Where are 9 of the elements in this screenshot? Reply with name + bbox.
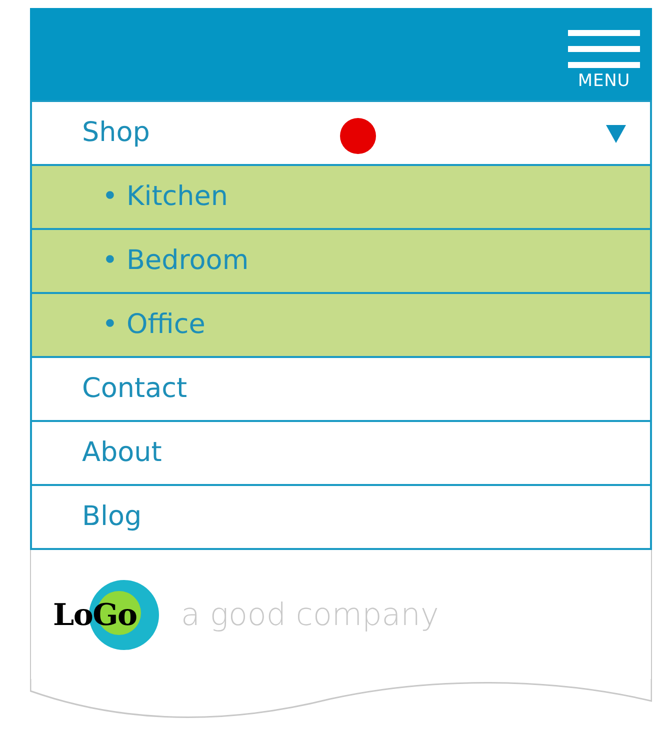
submenu-item[interactable]: • Kitchen [30,164,652,230]
submenu-item[interactable]: • Bedroom [30,228,652,294]
nav-item[interactable]: Shop [30,100,652,166]
menu-button[interactable]: MENU [568,30,640,90]
menu-icon [568,30,640,68]
submenu-item[interactable]: • Office [30,292,652,358]
nav-item[interactable]: About [30,420,652,486]
nav-item[interactable]: Contact [30,356,652,422]
nav-item[interactable]: Blog [30,484,652,550]
